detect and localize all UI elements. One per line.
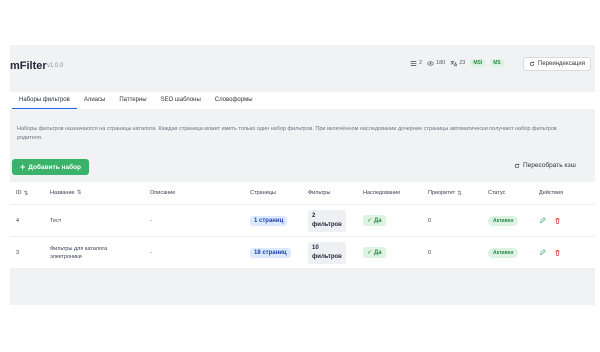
table-row: 3 Фильтры для каталога электроники - 18 … bbox=[10, 237, 595, 269]
stat-sets: 2 bbox=[410, 60, 422, 67]
stats-bar: 2 180 23 MSI MS bbox=[410, 59, 504, 67]
column-status-header: Статус bbox=[488, 190, 506, 196]
row-inherit: ✓ Да bbox=[363, 205, 386, 236]
status-badge: Активен bbox=[488, 215, 519, 226]
column-pages-header: Страницы bbox=[250, 190, 276, 196]
column-desc-header: Описание bbox=[150, 190, 176, 196]
list-icon bbox=[410, 60, 417, 66]
eye-icon bbox=[427, 60, 434, 66]
stat-views: 180 bbox=[427, 60, 445, 67]
rebuild-cache-label: Пересобрать кэш bbox=[523, 162, 576, 169]
plus-icon: + bbox=[19, 161, 26, 172]
msi-pill: MSI bbox=[470, 59, 486, 67]
inherit-value: Да bbox=[374, 249, 382, 256]
row-inherit: ✓ Да bbox=[363, 237, 386, 268]
stat-translations-value: 23 bbox=[459, 60, 466, 66]
table-row: 4 Тест - 1 страниц 2 фильтров ✓ Да 0 Акти… bbox=[10, 205, 595, 237]
reindex-button[interactable]: Переиндексация bbox=[523, 57, 591, 71]
translate-icon bbox=[450, 60, 458, 66]
delete-icon[interactable] bbox=[554, 217, 561, 224]
stat-translations: 23 bbox=[450, 60, 465, 67]
ms-pill: MS bbox=[490, 59, 504, 67]
row-filters: 2 фильтров bbox=[308, 205, 346, 236]
row-pages: 1 страниц bbox=[250, 205, 288, 236]
row-id: 4 bbox=[16, 217, 20, 224]
app-title: mFilter bbox=[10, 60, 47, 72]
tab-bar: Наборы фильтров Алиасы Паттерны SEO шабл… bbox=[10, 92, 595, 109]
tab-wordforms[interactable]: Словоформы bbox=[208, 92, 260, 109]
filters-badge[interactable]: 2 фильтров bbox=[308, 209, 346, 232]
pages-badge[interactable]: 18 страниц bbox=[250, 247, 291, 258]
column-id-label: ID bbox=[16, 190, 22, 196]
row-name: Тест bbox=[50, 217, 62, 224]
filters-badge[interactable]: 10 фильтров bbox=[308, 241, 346, 264]
tab-filter-sets[interactable]: Наборы фильтров bbox=[12, 92, 77, 109]
row-status: Активен bbox=[488, 205, 519, 236]
status-badge: Активен bbox=[488, 247, 519, 258]
row-name: Фильтры для каталога электроники bbox=[50, 245, 108, 260]
sort-icon: ⇅ bbox=[76, 190, 82, 196]
inherit-badge: ✓ Да bbox=[363, 247, 386, 258]
column-filters-header: Фильтры bbox=[308, 190, 331, 196]
column-priority-label: Приоритет bbox=[428, 190, 456, 196]
info-text: Наборы фильтров назначаются на страницы … bbox=[17, 126, 557, 141]
row-id: 3 bbox=[16, 249, 20, 256]
inherit-value: Да bbox=[374, 217, 382, 224]
delete-icon[interactable] bbox=[554, 249, 561, 256]
column-name-header[interactable]: Название ⇅ bbox=[50, 182, 140, 204]
app-page: mFilter v1.0.0 2 180 23 MSI MS Переиндек… bbox=[10, 45, 595, 305]
row-priority: 0 bbox=[428, 217, 432, 224]
row-filters: 10 фильтров bbox=[308, 237, 346, 268]
sort-icon: ⇅ bbox=[457, 190, 463, 197]
check-icon: ✓ bbox=[367, 218, 373, 224]
table-header-row: ID ⇅ Название ⇅ Описание Страницы Фильтры … bbox=[10, 182, 595, 205]
add-set-button[interactable]: + Добавить набор bbox=[12, 159, 89, 175]
column-name-label: Название bbox=[50, 190, 75, 196]
row-status: Активен bbox=[488, 237, 519, 268]
column-priority-header[interactable]: Приоритет ⇅ bbox=[428, 182, 462, 204]
pages-badge[interactable]: 1 страниц bbox=[250, 215, 288, 226]
column-id-header[interactable]: ID ⇅ bbox=[16, 182, 29, 204]
check-icon: ✓ bbox=[367, 250, 373, 256]
add-set-label: Добавить набор bbox=[28, 163, 82, 171]
tab-patterns[interactable]: Паттерны bbox=[112, 92, 153, 109]
row-desc: - bbox=[150, 217, 152, 224]
edit-icon[interactable] bbox=[539, 217, 546, 224]
app-version: v1.0.0 bbox=[47, 63, 64, 69]
header: mFilter v1.0.0 2 180 23 MSI MS Переиндек… bbox=[10, 45, 595, 85]
column-actions-header: Действия bbox=[539, 190, 564, 196]
refresh-icon bbox=[514, 163, 520, 168]
filter-sets-table: ID ⇅ Название ⇅ Описание Страницы Фильтры … bbox=[10, 182, 595, 269]
row-priority: 0 bbox=[428, 249, 432, 256]
row-actions bbox=[539, 237, 561, 268]
column-inherit-header: Наследование bbox=[363, 190, 401, 196]
tab-seo-templates[interactable]: SEO шаблоны bbox=[154, 92, 208, 109]
stat-views-value: 180 bbox=[436, 60, 446, 66]
reindex-label: Переиндексация bbox=[538, 61, 585, 67]
tab-aliases[interactable]: Алиасы bbox=[77, 92, 113, 109]
inherit-badge: ✓ Да bbox=[363, 215, 386, 226]
row-actions bbox=[539, 205, 561, 236]
stat-sets-value: 2 bbox=[419, 60, 423, 66]
row-desc: - bbox=[150, 249, 152, 256]
rebuild-cache-button[interactable]: Пересобрать кэш bbox=[514, 162, 576, 169]
row-pages: 18 страниц bbox=[250, 237, 291, 268]
refresh-icon bbox=[529, 61, 535, 67]
sort-icon: ⇅ bbox=[23, 190, 29, 197]
edit-icon[interactable] bbox=[539, 249, 546, 256]
